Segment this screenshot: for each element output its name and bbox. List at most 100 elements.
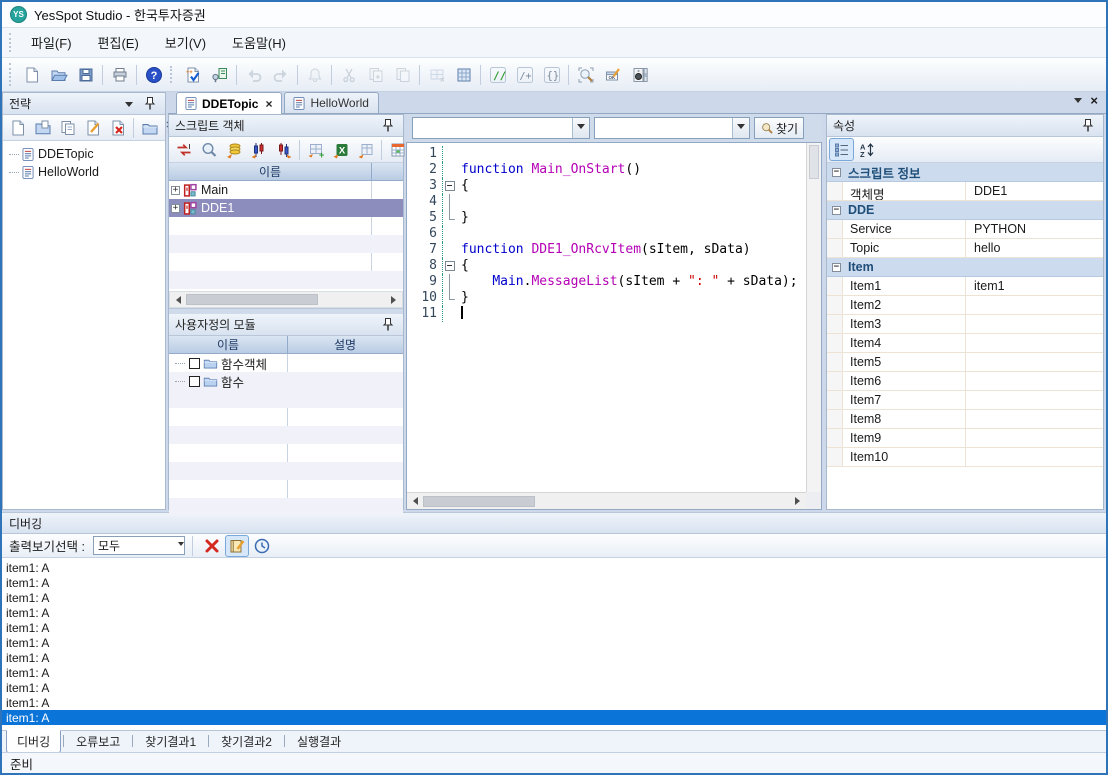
module-row-함수객체[interactable]: 함수객체 bbox=[169, 354, 403, 372]
code-area[interactable]: 12function Main_OnStart()3{45}67function… bbox=[407, 143, 806, 492]
scroll-left-icon[interactable] bbox=[170, 292, 186, 307]
property-category-Item[interactable]: −Item bbox=[827, 258, 1103, 277]
categorized-view-button[interactable] bbox=[829, 138, 854, 161]
comment-line-button[interactable]: // bbox=[484, 61, 511, 88]
control-settings-button[interactable] bbox=[626, 61, 653, 88]
debug-output-line[interactable]: item1: A bbox=[2, 635, 1106, 650]
property-value[interactable] bbox=[965, 429, 1103, 447]
print-button[interactable] bbox=[106, 61, 133, 88]
scrollbar-thumb[interactable] bbox=[186, 294, 318, 305]
property-row-Item4[interactable]: Item4 bbox=[827, 334, 1103, 353]
candle-import-button[interactable] bbox=[246, 138, 271, 161]
pin-icon[interactable] bbox=[141, 95, 159, 113]
fold-marker[interactable] bbox=[443, 290, 457, 306]
property-value[interactable] bbox=[965, 372, 1103, 390]
table-add-button[interactable]: + bbox=[303, 138, 328, 161]
clear-output-button[interactable] bbox=[200, 535, 224, 557]
tab-list-dropdown-icon[interactable] bbox=[1074, 98, 1082, 107]
bottom-tab-실행결과[interactable]: 실행결과 bbox=[287, 731, 351, 753]
property-row-Item3[interactable]: Item3 bbox=[827, 315, 1103, 334]
object-row-Main[interactable]: +Main bbox=[169, 181, 403, 199]
menu-item-3[interactable]: 도움말(H) bbox=[219, 28, 299, 57]
expand-icon[interactable]: + bbox=[171, 186, 180, 195]
folder-document-button[interactable] bbox=[30, 116, 55, 139]
debug-output[interactable]: item1: Aitem1: Aitem1: Aitem1: Aitem1: A… bbox=[2, 558, 1106, 730]
property-value[interactable] bbox=[965, 296, 1103, 314]
ok-dialog-edit-button[interactable]: OK bbox=[599, 61, 626, 88]
collapse-icon[interactable]: − bbox=[832, 206, 841, 215]
search-objects-button[interactable] bbox=[196, 138, 221, 161]
script-check-button[interactable]: ÷+ bbox=[179, 61, 206, 88]
panel-dropdown-icon[interactable] bbox=[125, 102, 133, 111]
bottom-tab-찾기결과1[interactable]: 찾기결과1 bbox=[135, 731, 206, 753]
code-line[interactable]: 10} bbox=[407, 290, 806, 306]
pin-icon[interactable] bbox=[379, 316, 397, 334]
fold-marker[interactable] bbox=[443, 258, 457, 274]
bottom-tab-오류보고[interactable]: 오류보고 bbox=[66, 731, 130, 753]
combo-dropdown-icon[interactable] bbox=[732, 118, 749, 138]
code-line[interactable]: 5} bbox=[407, 210, 806, 226]
menu-item-1[interactable]: 편집(E) bbox=[85, 28, 152, 57]
bottom-tab-찾기결과2[interactable]: 찾기결과2 bbox=[211, 731, 282, 753]
bottom-tab-디버깅[interactable]: 디버깅 bbox=[6, 730, 61, 754]
debug-output-line[interactable]: item1: A bbox=[2, 680, 1106, 695]
script-objects-hscrollbar[interactable] bbox=[169, 291, 403, 308]
object-row-DDE1[interactable]: +DDE1 bbox=[169, 199, 403, 217]
save-button[interactable] bbox=[72, 61, 99, 88]
help-button[interactable]: ? bbox=[140, 61, 167, 88]
document-tab-DDETopic[interactable]: DDETopic× bbox=[176, 92, 282, 114]
debug-output-line[interactable]: item1: A bbox=[2, 560, 1106, 575]
debug-output-line[interactable]: item1: A bbox=[2, 575, 1106, 590]
braces-button[interactable]: {} bbox=[538, 61, 565, 88]
new-document-button[interactable] bbox=[5, 116, 30, 139]
copy-document-button[interactable] bbox=[55, 116, 80, 139]
fold-marker[interactable] bbox=[443, 210, 457, 226]
log-edit-button[interactable] bbox=[225, 535, 249, 557]
property-category-DDE[interactable]: −DDE bbox=[827, 201, 1103, 220]
editor-combo-2[interactable] bbox=[594, 117, 750, 139]
code-line[interactable]: 8{ bbox=[407, 258, 806, 274]
debug-output-line[interactable]: item1: A bbox=[2, 665, 1106, 680]
find-button[interactable]: 찾기 bbox=[754, 117, 804, 139]
code-line[interactable]: 7function DDE1_OnRcvItem(sItem, sData) bbox=[407, 242, 806, 258]
property-value[interactable] bbox=[965, 353, 1103, 371]
code-line[interactable]: 2function Main_OnStart() bbox=[407, 162, 806, 178]
expand-icon[interactable]: + bbox=[171, 204, 180, 213]
code-line[interactable]: 1 bbox=[407, 146, 806, 162]
debug-output-line[interactable]: item1: A bbox=[2, 650, 1106, 665]
document-tab-HelloWorld[interactable]: HelloWorld bbox=[284, 92, 378, 113]
candle-export-button[interactable] bbox=[271, 138, 296, 161]
collapse-icon[interactable]: − bbox=[832, 263, 841, 272]
property-row-Item6[interactable]: Item6 bbox=[827, 372, 1103, 391]
editor-hscrollbar[interactable] bbox=[407, 492, 806, 509]
property-row-객체명[interactable]: 객체명DDE1 bbox=[827, 182, 1103, 201]
script-objects-column-header[interactable]: 이름 bbox=[169, 163, 403, 181]
property-value[interactable]: PYTHON bbox=[965, 220, 1103, 238]
code-line[interactable]: 6 bbox=[407, 226, 806, 242]
object-browser-button[interactable] bbox=[206, 61, 233, 88]
property-row-Item2[interactable]: Item2 bbox=[827, 296, 1103, 315]
find-in-script-button[interactable] bbox=[572, 61, 599, 88]
debug-output-line[interactable]: item1: A bbox=[2, 695, 1106, 710]
fold-marker[interactable] bbox=[443, 178, 457, 194]
property-row-Item9[interactable]: Item9 bbox=[827, 429, 1103, 448]
checkbox[interactable] bbox=[189, 358, 200, 369]
folder-closed-button[interactable] bbox=[137, 116, 162, 139]
code-line[interactable]: 3{ bbox=[407, 178, 806, 194]
edit-document-button[interactable] bbox=[80, 116, 105, 139]
editor-vscrollbar[interactable] bbox=[806, 143, 821, 492]
property-value[interactable]: DDE1 bbox=[965, 182, 1103, 200]
property-row-Item10[interactable]: Item10 bbox=[827, 448, 1103, 467]
swap-arrows-button[interactable] bbox=[171, 138, 196, 161]
table-import-button[interactable] bbox=[353, 138, 378, 161]
scroll-right-icon[interactable] bbox=[386, 292, 402, 307]
debug-output-line[interactable]: item1: A bbox=[2, 710, 1106, 725]
fold-marker[interactable] bbox=[443, 194, 457, 210]
cut-button[interactable] bbox=[335, 61, 362, 88]
editor-combo-1[interactable] bbox=[412, 117, 590, 139]
property-value[interactable] bbox=[965, 448, 1103, 466]
code-line[interactable]: 4 bbox=[407, 194, 806, 210]
code-editor[interactable]: 12function Main_OnStart()3{45}67function… bbox=[406, 142, 822, 510]
data-coins-button[interactable] bbox=[221, 138, 246, 161]
undo-button[interactable] bbox=[240, 61, 267, 88]
